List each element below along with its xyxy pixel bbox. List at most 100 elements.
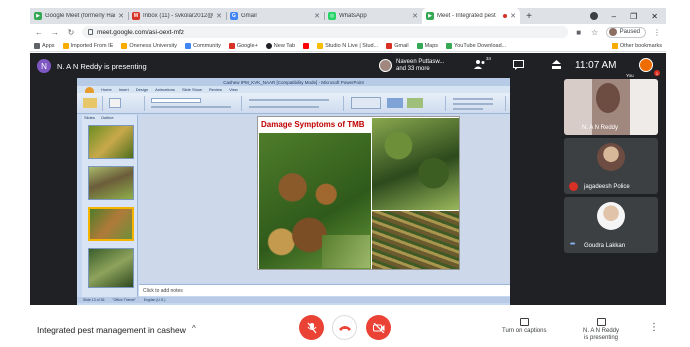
close-icon[interactable]: ✕ <box>216 12 222 20</box>
activities-icon[interactable] <box>550 59 562 70</box>
close-icon[interactable]: ✕ <box>118 12 124 20</box>
avatar <box>379 59 392 72</box>
gmail-icon <box>386 42 393 49</box>
others-line-1: Naveen Puttasw... <box>396 58 445 65</box>
presenting-button[interactable]: N. A N Reddy is presenting <box>583 318 619 342</box>
ribbon-tab: Animations <box>155 87 175 92</box>
ribbon-tab: Home <box>101 87 112 92</box>
apps-grid-icon <box>34 42 40 49</box>
folder-icon <box>121 42 128 49</box>
browser-tab-whatsapp[interactable]: ◎ WhatsApp ✕ <box>324 8 422 24</box>
url-text[interactable]: meet.google.com/asi-oext-mfz <box>97 29 184 36</box>
damage-photo-dried-leaves <box>372 211 459 269</box>
bookmark-oneness[interactable]: Oneness University <box>121 42 177 49</box>
address-bar[interactable]: meet.google.com/asi-oext-mfz <box>82 26 568 38</box>
ribbon-tab: View <box>229 87 238 92</box>
restore-icon[interactable]: ❐ <box>630 12 637 21</box>
bookmark-new-tab[interactable]: New Tab <box>265 42 295 49</box>
browser-tab-gmail[interactable]: G Gmail ✕ <box>226 8 324 24</box>
bookmark-community[interactable]: Community <box>185 42 221 49</box>
browser-tab-meet-home[interactable]: ▶ Google Meet (formerly Hang ✕ <box>30 8 128 24</box>
self-avatar[interactable] <box>639 58 653 72</box>
bookmark-google-plus[interactable]: Google+ <box>228 42 258 49</box>
captions-button[interactable]: Turn on captions <box>502 318 546 335</box>
participant-tile[interactable]: jagadeesh Police <box>564 138 658 194</box>
camera-off-icon <box>372 322 384 333</box>
meeting-title: Integrated pest management in cashew <box>37 325 186 335</box>
replace-button <box>453 103 493 105</box>
bookmark-imported[interactable]: Imported From IE <box>62 42 113 49</box>
other-participants-chip[interactable]: Naveen Puttasw... and 33 more <box>379 57 444 74</box>
profile-button[interactable]: Paused <box>605 26 646 38</box>
camera-toggle-button[interactable] <box>366 315 391 340</box>
bookmark-apps[interactable]: Apps <box>34 42 55 49</box>
panel-tabs: Slides Outline <box>82 115 137 121</box>
participant-count: 34 <box>486 56 492 61</box>
participant-tile[interactable]: N. A N Reddy <box>564 79 658 135</box>
gmail-icon: M <box>132 12 140 20</box>
more-options-icon[interactable]: ⋮ <box>649 322 659 333</box>
media-record-icon[interactable] <box>589 12 598 20</box>
quick-styles-icon <box>407 98 423 108</box>
ribbon-tab: Design <box>135 87 149 92</box>
whatsapp-icon: ◎ <box>328 12 336 20</box>
chat-icon[interactable] <box>512 59 524 70</box>
globe-icon <box>265 42 272 49</box>
back-icon[interactable]: ← <box>34 28 44 37</box>
slide-canvas: Damage Symptoms of TMB <box>139 115 510 283</box>
powerpoint-ribbon <box>77 93 510 114</box>
close-icon[interactable]: ✕ <box>510 12 516 20</box>
bookmark-studio[interactable]: Studio N Live | Stud... <box>317 42 378 49</box>
participant-name: jagadeesh Police <box>584 184 630 190</box>
participant-name: N. A N Reddy <box>582 125 619 131</box>
chevron-up-icon[interactable]: ^ <box>192 324 196 333</box>
minimize-icon[interactable]: – <box>612 12 616 21</box>
close-icon[interactable]: ✕ <box>314 12 320 20</box>
folder-icon <box>62 42 69 49</box>
presenter-label: N. A N Reddy is presenting <box>57 62 147 71</box>
ribbon-tab: Slide Show <box>181 87 202 92</box>
bookmark-youtube[interactable] <box>303 42 310 49</box>
leave-call-button[interactable] <box>332 315 357 340</box>
tab-label: WhatsApp <box>339 13 367 19</box>
arrange-icon <box>387 98 403 108</box>
slide-thumbnail <box>88 248 134 288</box>
download-icon <box>446 42 453 49</box>
mic-off-icon <box>307 322 316 333</box>
window-close-icon[interactable]: ✕ <box>651 12 658 21</box>
align-buttons <box>249 106 319 108</box>
reload-icon[interactable]: ↻ <box>66 28 76 37</box>
new-slide-icon <box>109 98 121 108</box>
bookmark-gmail[interactable]: Gmail <box>386 42 409 49</box>
bookmark-maps[interactable]: Maps <box>416 42 438 49</box>
bookmark-youtube-download[interactable]: YouTube Download... <box>446 42 506 49</box>
people-icon[interactable] <box>474 59 486 70</box>
tab-label: Meet - Integrated pest <box>437 13 496 19</box>
panel-tab: Outline <box>100 115 114 120</box>
close-icon[interactable]: ✕ <box>412 12 418 20</box>
mic-toggle-button[interactable] <box>299 315 324 340</box>
forward-icon[interactable]: → <box>50 28 60 37</box>
kebab-menu-icon[interactable]: ⋮ <box>652 28 662 37</box>
new-tab-button[interactable]: + <box>520 8 538 24</box>
folder-icon <box>611 42 618 49</box>
paragraph-buttons <box>249 99 329 101</box>
slide-thumbnail-panel: Slides Outline <box>82 115 138 303</box>
browser-tab-meet-active[interactable]: ▶ Meet - Integrated pest ✕ <box>422 8 520 24</box>
participant-face <box>596 83 620 113</box>
other-bookmarks[interactable]: Other bookmarks <box>611 42 662 49</box>
others-line-2: and 33 more <box>396 65 430 72</box>
participant-tile[interactable]: ••• Goudra Lakkan <box>564 197 658 253</box>
slide-thumbnail-selected <box>88 207 134 241</box>
google-plus-icon <box>228 42 235 49</box>
camera-icon[interactable]: ■ <box>574 28 584 37</box>
browser-tab-inbox[interactable]: M Inbox (11) - svkolar2012@ ✕ <box>128 8 226 24</box>
browser-tab-strip: ▶ Google Meet (formerly Hang ✕ M Inbox (… <box>30 8 666 24</box>
notes-pane: Click to add notes <box>139 284 510 296</box>
participant-avatar <box>597 143 625 171</box>
captions-icon <box>519 318 529 326</box>
shared-screen: Cashew IPM_KVK_NAAR [Compatibility Mode]… <box>77 78 510 307</box>
font-format-buttons <box>151 106 231 108</box>
presenter-avatar: N <box>37 59 51 73</box>
star-icon[interactable]: ☆ <box>590 28 600 37</box>
